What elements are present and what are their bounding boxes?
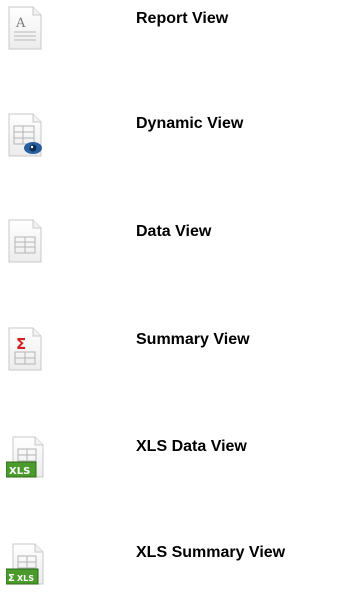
view-item-xls-data[interactable]: XLS XLS Data View: [0, 433, 359, 493]
view-item-dynamic[interactable]: Dynamic View: [0, 110, 359, 170]
xls-data-view-label: XLS Data View: [136, 438, 247, 455]
xls-summary-view-icon: Σ XLS: [6, 540, 46, 588]
report-view-label: Report View: [136, 10, 229, 27]
data-view-label: Data View: [136, 223, 212, 240]
summary-view-icon: Σ: [6, 326, 46, 374]
svg-text:Σ: Σ: [8, 573, 15, 584]
data-view-icon: [6, 218, 46, 266]
svg-text:Σ: Σ: [16, 335, 26, 353]
svg-text:A: A: [15, 16, 26, 31]
view-item-report[interactable]: A Report View: [0, 5, 359, 65]
report-view-icon: A: [6, 5, 46, 53]
view-item-data[interactable]: Data View: [0, 218, 359, 278]
view-item-xls-summary[interactable]: Σ XLS XLS Summary View: [0, 540, 359, 600]
svg-text:XLS: XLS: [9, 466, 30, 477]
xls-data-view-icon: XLS: [6, 433, 46, 481]
xls-summary-view-label: XLS Summary View: [136, 544, 286, 561]
svg-text:XLS: XLS: [17, 574, 34, 583]
view-item-summary[interactable]: Σ Summary View: [0, 326, 359, 386]
dynamic-view-label: Dynamic View: [136, 115, 244, 132]
summary-view-label: Summary View: [136, 331, 250, 348]
dynamic-view-icon: [6, 110, 46, 158]
